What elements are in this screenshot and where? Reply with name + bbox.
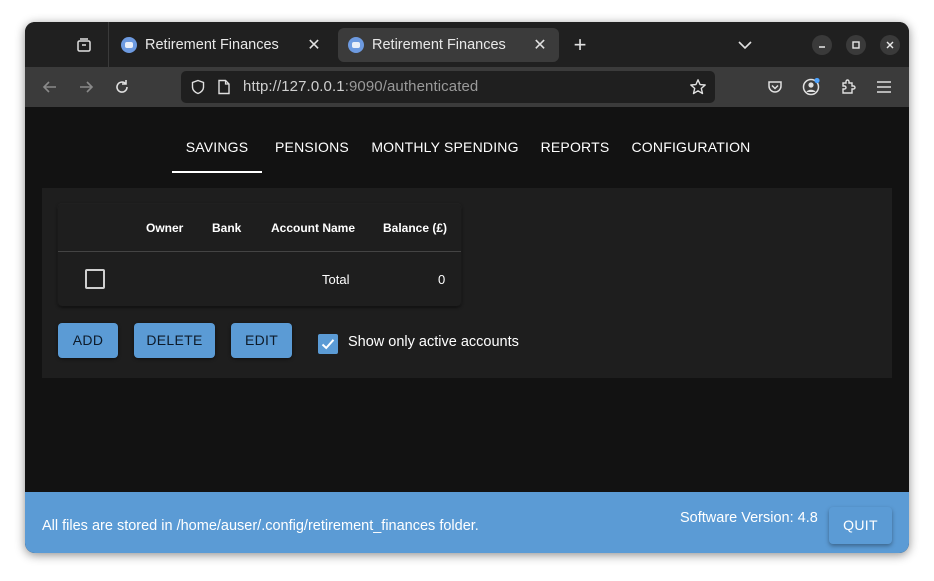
close-tab-icon[interactable]: ✕ [303,34,325,56]
add-button[interactable]: ADD [58,323,118,358]
total-label: Total [322,272,350,287]
delete-button[interactable]: DELETE [134,323,215,358]
storage-location-text: All files are stored in /home/auser/.con… [42,518,479,534]
chevron-down-icon[interactable] [734,34,756,56]
tab-strip: Retirement Finances ✕ Retirement Finance… [25,22,909,67]
savings-table: Owner Bank Account Name Balance (£) Tota… [58,204,461,306]
browser-tab-2[interactable]: Retirement Finances ✕ [338,28,559,62]
shield-icon[interactable] [189,78,207,96]
browser-tab-title: Retirement Finances [145,37,279,53]
url-text: http://127.0.0.1:9090/authenticated [243,78,478,95]
maximize-icon[interactable] [846,35,866,55]
savings-panel: Owner Bank Account Name Balance (£) Tota… [42,188,892,378]
show-active-label[interactable]: Show only active accounts [348,334,519,350]
url-path: :9090/authenticated [344,78,479,95]
browser-tab-1[interactable]: Retirement Finances ✕ [111,28,333,62]
checkmark-icon [321,339,335,350]
row-select-checkbox[interactable] [85,269,105,289]
app-footer: All files are stored in /home/auser/.con… [25,492,909,553]
menu-icon[interactable] [872,75,896,99]
back-icon[interactable] [38,75,62,99]
new-tab-icon[interactable]: + [568,32,592,57]
minimize-icon[interactable] [812,35,832,55]
show-active-checkbox[interactable] [318,334,338,354]
tab-separator [108,22,109,67]
navigation-bar: http://127.0.0.1:9090/authenticated [25,67,909,107]
tab-configuration[interactable]: CONFIGURATION [622,107,760,171]
tab-savings[interactable]: SAVINGS [172,107,262,173]
browser-tab-title: Retirement Finances [372,37,506,53]
tab-overview-icon[interactable] [71,32,97,58]
tab-pensions[interactable]: PENSIONS [262,107,362,171]
column-header-account-name[interactable]: Account Name [271,221,355,235]
bookmark-star-icon[interactable] [689,78,707,96]
page-content: SAVINGS PENSIONS MONTHLY SPENDING REPORT… [25,107,909,492]
app-favicon-icon [348,37,364,53]
total-value: 0 [438,272,446,287]
edit-button[interactable]: EDIT [231,323,292,358]
tab-reports[interactable]: REPORTS [528,107,622,171]
url-host: http://127.0.0.1 [243,78,345,95]
pocket-icon[interactable] [763,75,787,99]
extensions-icon[interactable] [836,75,860,99]
app-favicon-icon [121,37,137,53]
column-header-balance[interactable]: Balance (£) [383,221,447,235]
quit-button[interactable]: QUIT [829,507,892,544]
url-bar[interactable]: http://127.0.0.1:9090/authenticated [181,71,715,103]
app-nav-tabs: SAVINGS PENSIONS MONTHLY SPENDING REPORT… [25,107,909,173]
account-icon[interactable] [799,75,823,99]
forward-icon[interactable] [74,75,98,99]
reload-icon[interactable] [110,75,134,99]
column-header-bank[interactable]: Bank [212,221,241,235]
header-divider [58,251,461,252]
page-icon[interactable] [215,78,233,96]
tab-monthly-spending[interactable]: MONTHLY SPENDING [362,107,528,171]
software-version: Software Version: 4.8 [680,510,818,526]
column-header-owner[interactable]: Owner [146,221,183,235]
browser-window: Retirement Finances ✕ Retirement Finance… [25,22,909,553]
close-window-icon[interactable] [880,35,900,55]
close-tab-icon[interactable]: ✕ [529,34,551,56]
